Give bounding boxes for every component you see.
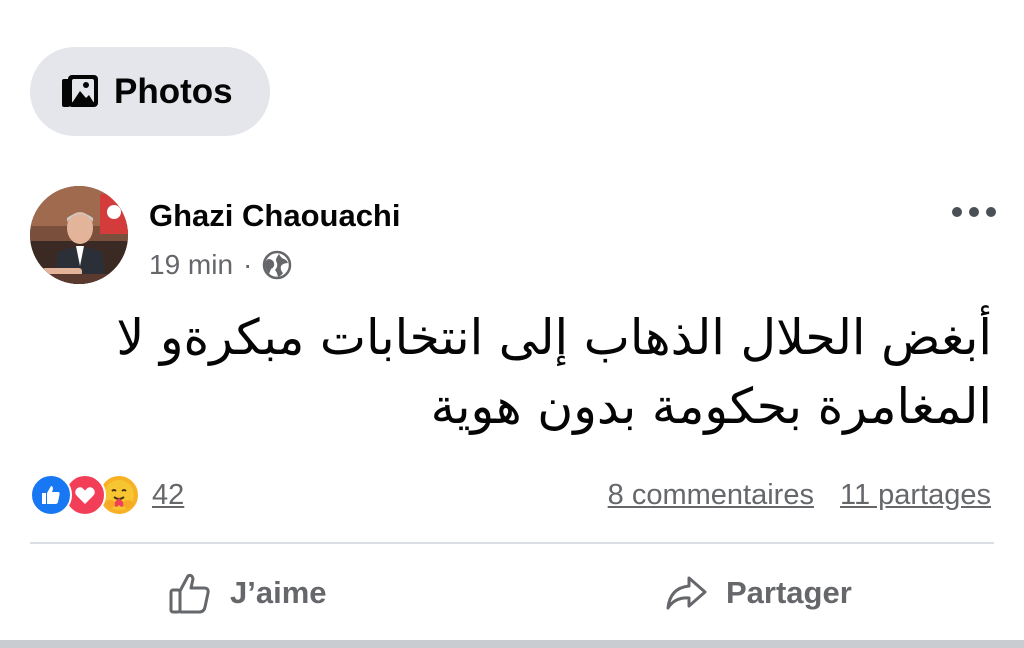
- divider: [30, 542, 994, 544]
- photos-icon: [60, 72, 100, 112]
- photos-filter-chip[interactable]: Photos: [30, 47, 270, 136]
- shares-count-link[interactable]: 11 partages: [840, 479, 991, 512]
- photos-chip-label: Photos: [114, 71, 233, 111]
- share-label: Partager: [726, 575, 852, 610]
- post-author-name[interactable]: Ghazi Chaouachi: [149, 198, 400, 234]
- post-timestamp[interactable]: 19 min: [149, 249, 233, 281]
- post-text-line: أبغض الحلال الذهاب إلى انتخابات مبكرةو ل…: [116, 309, 992, 366]
- comments-count-link[interactable]: 8 commentaires: [608, 479, 814, 512]
- thumbs-up-icon: [166, 569, 214, 617]
- post-text: أبغض الحلال الذهاب إلى انتخابات مبكرةو ل…: [30, 303, 992, 441]
- share-button[interactable]: Partager: [662, 568, 852, 618]
- bottom-separator: [0, 640, 1024, 648]
- more-dot-icon: [969, 207, 979, 217]
- more-dot-icon: [952, 207, 962, 217]
- like-reaction-icon: [30, 474, 72, 516]
- meta-separator: ·: [243, 249, 253, 280]
- reaction-count[interactable]: 42: [152, 479, 184, 512]
- post-text-line: المغامرة بحكومة بدون هوية: [430, 378, 992, 435]
- share-arrow-icon: [662, 569, 710, 617]
- like-button[interactable]: J’aime: [166, 568, 327, 618]
- more-dot-icon: [986, 207, 996, 217]
- avatar[interactable]: [30, 186, 128, 284]
- more-options-button[interactable]: [950, 198, 998, 226]
- post-meta: 19 min ·: [149, 247, 292, 283]
- globe-icon[interactable]: [262, 250, 292, 280]
- engagement-counts: 8 commentaires 11 partages: [608, 474, 991, 516]
- like-label: J’aime: [230, 575, 327, 610]
- reactions-summary[interactable]: 42: [30, 474, 184, 516]
